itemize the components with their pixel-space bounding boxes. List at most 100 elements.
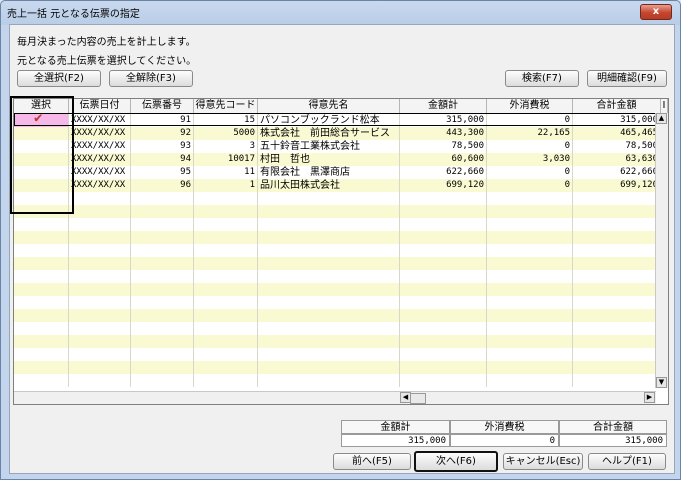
cell-checked[interactable] (14, 205, 69, 218)
help-button[interactable]: ヘルプ(F1) (588, 453, 666, 470)
cell-total (573, 296, 661, 309)
cell-tax (487, 335, 573, 348)
cell-tax (487, 192, 573, 205)
empty-table-row[interactable] (14, 283, 668, 296)
cell-checked[interactable] (14, 127, 69, 140)
cell-checked[interactable] (14, 296, 69, 309)
empty-table-row[interactable] (14, 192, 668, 205)
empty-table-row[interactable] (14, 361, 668, 374)
cell-checked[interactable] (14, 270, 69, 283)
cell-code (194, 322, 258, 335)
detail-check-button[interactable]: 明細確認(F9) (587, 70, 667, 87)
col-header-select[interactable]: 選択 (14, 99, 69, 113)
cell-checked[interactable] (14, 335, 69, 348)
table-row[interactable]: ✔ XXXX/XX/XX 91 15 パソコンブックランド松本 315,000 0 315,0… (14, 114, 668, 127)
empty-table-row[interactable] (14, 374, 668, 387)
cell-checked[interactable] (14, 153, 69, 166)
col-header-total[interactable]: 合計金額 (573, 99, 661, 113)
cell-checked[interactable] (14, 309, 69, 322)
empty-table-row[interactable] (14, 218, 668, 231)
cell-code (194, 374, 258, 387)
horizontal-scrollbar[interactable]: ◀ ▶ (14, 391, 656, 404)
cell-no (131, 218, 194, 231)
cell-checked[interactable] (14, 244, 69, 257)
empty-table-row[interactable] (14, 335, 668, 348)
col-header-customer-name[interactable]: 得意先名 (258, 99, 400, 113)
cell-code (194, 270, 258, 283)
prev-button[interactable]: 前へ(F5) (333, 453, 411, 470)
col-header-tax[interactable]: 外消費税 (487, 99, 573, 113)
grand-total-value: 315,000 (559, 434, 667, 447)
empty-table-row[interactable] (14, 348, 668, 361)
empty-table-row[interactable] (14, 231, 668, 244)
cell-checked[interactable] (14, 231, 69, 244)
title-bar[interactable]: 売上一括 元となる伝票の指定 x (1, 1, 680, 23)
table-row[interactable]: XXXX/XX/XX 92 5000 株式会社 前田総合サービス 443,300 22,1… (14, 127, 668, 140)
cell-code (194, 257, 258, 270)
scroll-right-icon[interactable]: ▶ (644, 392, 655, 403)
cell-checked[interactable] (14, 374, 69, 387)
cancel-button[interactable]: キャンセル(Esc) (503, 453, 583, 470)
col-header-amount[interactable]: 金額計 (400, 99, 487, 113)
empty-table-row[interactable] (14, 205, 668, 218)
col-header-extra[interactable]: I (661, 99, 668, 113)
cell-amount (400, 309, 487, 322)
cell-checked[interactable] (14, 218, 69, 231)
cell-date (69, 257, 131, 270)
cell-amount: 78,500 (400, 140, 487, 153)
cell-checked[interactable] (14, 257, 69, 270)
slip-grid[interactable]: 選択 伝票日付 伝票番号 得意先コード 得意先名 金額計 外消費税 合計金額 I… (13, 98, 669, 405)
empty-table-row[interactable] (14, 322, 668, 335)
cell-code: 5000 (194, 127, 258, 140)
col-header-slip-no[interactable]: 伝票番号 (131, 99, 194, 113)
cell-checked[interactable] (14, 322, 69, 335)
empty-table-row[interactable] (14, 270, 668, 283)
cell-checked[interactable] (14, 283, 69, 296)
cell-tax: 0 (487, 179, 573, 192)
col-header-customer-code[interactable]: 得意先コード (194, 99, 258, 113)
cell-checked[interactable] (14, 361, 69, 374)
empty-table-row[interactable] (14, 296, 668, 309)
window-title: 売上一括 元となる伝票の指定 (7, 9, 140, 20)
scroll-down-icon[interactable]: ▼ (656, 377, 667, 388)
total-tax-value: 0 (450, 434, 559, 447)
table-row[interactable]: XXXX/XX/XX933五十鈴音工業株式会社78,500078,5002 (14, 140, 668, 153)
cell-checked[interactable] (14, 179, 69, 192)
cell-amount (400, 296, 487, 309)
cell-amount (400, 348, 487, 361)
cell-checked[interactable] (14, 140, 69, 153)
cell-total: 622,660 (573, 166, 661, 179)
cell-amount: 60,600 (400, 153, 487, 166)
select-all-button[interactable]: 全選択(F2) (17, 70, 101, 87)
col-header-date[interactable]: 伝票日付 (69, 99, 131, 113)
horizontal-scroll-thumb[interactable] (410, 393, 426, 404)
empty-table-row[interactable] (14, 244, 668, 257)
vertical-scrollbar[interactable]: ▲ ▼ (655, 113, 668, 388)
table-row[interactable]: XXXX/XX/XX9511有限会社 黒澤商店622,6600622,6602 (14, 166, 668, 179)
cell-checked[interactable] (14, 192, 69, 205)
cell-no (131, 244, 194, 257)
cell-name (258, 296, 400, 309)
table-row[interactable]: XXXX/XX/XX961品川太田株式会社699,1200699,1202 (14, 179, 668, 192)
cell-total: 699,120 (573, 179, 661, 192)
cell-no: 93 (131, 140, 194, 153)
cell-date: XXXX/XX/XX (69, 166, 131, 179)
cell-name (258, 283, 400, 296)
cell-name (258, 257, 400, 270)
search-button[interactable]: 検索(F7) (505, 70, 579, 87)
cell-checked[interactable] (14, 348, 69, 361)
cell-total (573, 309, 661, 322)
cell-name (258, 244, 400, 257)
empty-table-row[interactable] (14, 257, 668, 270)
empty-table-row[interactable] (14, 309, 668, 322)
scroll-up-icon[interactable]: ▲ (656, 113, 667, 124)
table-row[interactable]: XXXX/XX/XX9410017村田 哲也60,6003,03063,6302 (14, 153, 668, 166)
next-button[interactable]: 次へ(F6) (414, 451, 498, 472)
close-button[interactable]: x (640, 4, 672, 20)
cell-checked[interactable] (14, 166, 69, 179)
cell-name (258, 322, 400, 335)
cell-no (131, 257, 194, 270)
cell-checked[interactable]: ✔ (14, 114, 69, 127)
cell-name (258, 361, 400, 374)
deselect-all-button[interactable]: 全解除(F3) (109, 70, 193, 87)
